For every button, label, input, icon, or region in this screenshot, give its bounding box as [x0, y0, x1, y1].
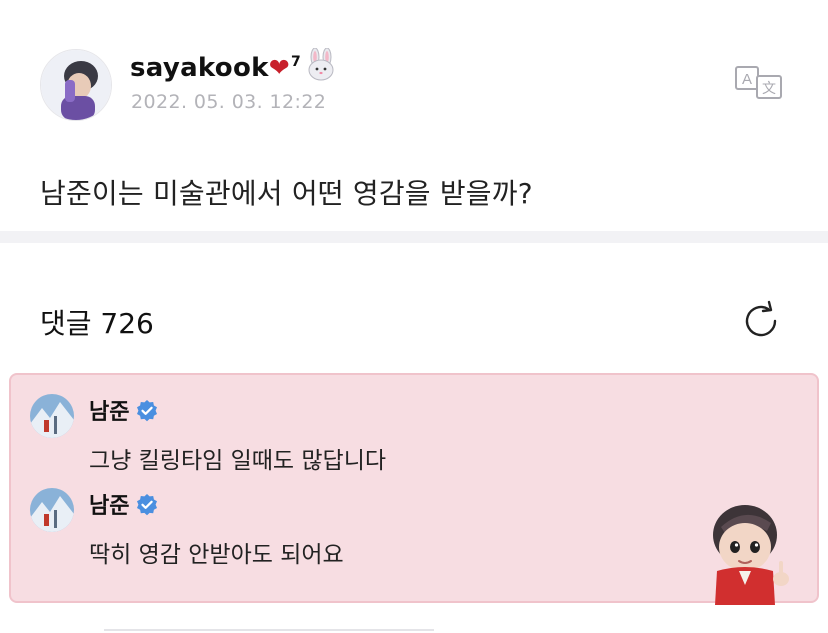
commenter-avatar[interactable] — [30, 488, 74, 532]
bottom-edge-divider — [104, 629, 434, 631]
verified-badge-icon — [135, 493, 159, 517]
svg-text:文: 文 — [762, 81, 776, 97]
comment-author[interactable]: 남준 — [89, 488, 159, 520]
highlighted-comments-panel: 남준 그냥 킬링타임 일때도 많답니다 남준 딱히 영감 안받아도 되어요 — [9, 373, 819, 605]
author-name[interactable]: sayakook❤7 — [130, 47, 338, 83]
translate-icon: A 文 — [735, 66, 782, 99]
section-divider — [0, 231, 828, 243]
commenter-avatar[interactable] — [30, 394, 74, 438]
comment-item[interactable]: 남준 그냥 킬링타임 일때도 많답니다 — [11, 389, 817, 489]
comments-count-title: 댓글 726 — [40, 307, 154, 340]
comment-text: 그냥 킬링타임 일때도 많답니다 — [89, 448, 387, 474]
refresh-icon — [745, 300, 777, 337]
rabbit-face-icon — [304, 47, 338, 82]
author-avatar[interactable] — [40, 49, 112, 121]
comment-item[interactable]: 남준 딱히 영감 안받아도 되어요 — [11, 483, 817, 583]
post-body-text: 남준이는 미술관에서 어떤 영감을 받을까? — [40, 177, 533, 210]
character-sticker — [701, 501, 793, 605]
svg-text:A: A — [742, 71, 752, 88]
superscript-seven: 7 — [290, 54, 302, 71]
refresh-button[interactable] — [740, 300, 782, 342]
translate-button[interactable]: A 文 — [733, 64, 785, 100]
post-header: sayakook❤7 2022. 05. 03. 12:22 A 文 — [0, 0, 828, 150]
post-timestamp: 2022. 05. 03. 12:22 — [131, 91, 327, 113]
comment-text: 딱히 영감 안받아도 되어요 — [89, 542, 344, 568]
heart-emoji: ❤ — [268, 53, 290, 82]
verified-badge-icon — [135, 399, 159, 423]
comment-author[interactable]: 남준 — [89, 394, 159, 426]
